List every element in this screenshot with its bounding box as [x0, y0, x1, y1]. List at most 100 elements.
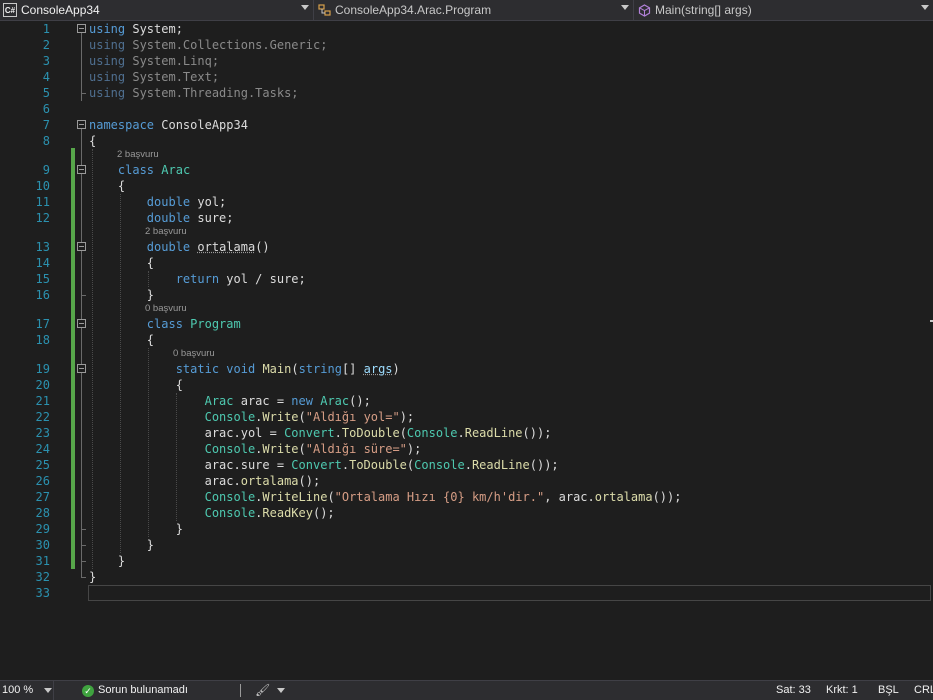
line-number: 4: [42, 70, 50, 84]
zoom-dropdown[interactable]: 100 %: [0, 681, 54, 700]
code-token: ToDouble: [341, 426, 400, 440]
code-token: void: [226, 362, 256, 376]
line-number: 26: [35, 474, 50, 488]
line-number: 17: [35, 317, 50, 331]
code-token: Arac: [161, 163, 191, 177]
project-dropdown[interactable]: C# ConsoleApp34: [0, 0, 314, 20]
code-line[interactable]: 7 namespace ConsoleApp34: [0, 117, 933, 133]
line-number: 7: [42, 118, 50, 132]
code-line[interactable]: 20 {: [0, 377, 933, 393]
insert-mode-indicator[interactable]: BŞL: [878, 681, 899, 700]
code-token: string: [298, 362, 342, 376]
code-line[interactable]: 16 }: [0, 287, 933, 303]
code-line[interactable]: 19 static void Main(string[] args): [0, 361, 933, 377]
code-line[interactable]: 17 class Program: [0, 316, 933, 332]
code-text: {: [89, 377, 183, 393]
code-line[interactable]: 4 using System.Text;: [0, 69, 933, 85]
code-line[interactable]: 5 using System.Threading.Tasks;: [0, 85, 933, 101]
code-line[interactable]: 3 using System.Linq;: [0, 53, 933, 69]
csharp-project-icon: C#: [3, 3, 17, 17]
code-token: return: [175, 272, 220, 286]
code-token: System.Linq;: [125, 54, 220, 68]
code-line[interactable]: 30 }: [0, 537, 933, 553]
code-token: arac.yol =: [89, 426, 285, 440]
code-cleanup-button[interactable]: 🖌: [255, 681, 285, 700]
issues-indicator[interactable]: ✓ Sorun bulunamadı: [82, 681, 188, 700]
code-line[interactable]: 23 arac.yol = Convert.ToDouble(Console.R…: [0, 425, 933, 441]
code-line[interactable]: 33: [0, 585, 933, 601]
line-number: 18: [35, 333, 50, 347]
code-token: yol;: [190, 195, 227, 209]
code-line[interactable]: 1 using System;: [0, 21, 933, 37]
code-token: }: [89, 288, 155, 302]
code-line[interactable]: 11 double yol;: [0, 194, 933, 210]
code-token: ReadKey: [262, 506, 313, 520]
code-line[interactable]: 22 Console.Write("Aldığı yol=");: [0, 409, 933, 425]
code-line[interactable]: 31 }: [0, 553, 933, 569]
code-editor[interactable]: 1 using System; 2 using System.Collections.…: [0, 21, 933, 680]
code-text: arac.ortalama();: [89, 473, 321, 489]
line-number: 5: [42, 86, 50, 100]
type-dropdown[interactable]: ConsoleApp34.Arac.Program: [314, 0, 634, 20]
code-line[interactable]: 10 {: [0, 178, 933, 194]
code-text: class Arac: [89, 162, 190, 178]
code-line[interactable]: 18 {: [0, 332, 933, 348]
code-token: arac =: [233, 394, 292, 408]
line-number: 19: [35, 362, 50, 376]
code-token: Console: [204, 490, 256, 504]
codelens-references-main[interactable]: 0 başvuru: [173, 347, 215, 361]
code-text: }: [89, 537, 154, 553]
code-line[interactable]: 28 Console.ReadKey();: [0, 505, 933, 521]
codelens-references-arac[interactable]: 2 başvuru: [117, 148, 159, 162]
code-text: Console.ReadKey();: [89, 505, 335, 521]
code-line[interactable]: 32}: [0, 569, 933, 585]
code-line[interactable]: 15 return yol / sure;: [0, 271, 933, 287]
line-number: 22: [35, 410, 50, 424]
line-ending-indicator[interactable]: CRLF: [914, 681, 933, 700]
code-token: ();: [298, 474, 321, 488]
line-number: 30: [35, 538, 50, 552]
code-line[interactable]: 12 double sure;: [0, 210, 933, 226]
code-line[interactable]: 9 class Arac: [0, 162, 933, 178]
code-line[interactable]: 8{: [0, 133, 933, 149]
zoom-level: 100 %: [2, 684, 34, 696]
code-text: class Program: [89, 316, 241, 332]
code-line[interactable]: 24 Console.Write("Aldığı süre=");: [0, 441, 933, 457]
codelens-references-program[interactable]: 0 başvuru: [145, 302, 187, 316]
code-line[interactable]: 29 }: [0, 521, 933, 537]
method-icon: [637, 3, 651, 17]
code-token: ());: [529, 458, 559, 472]
code-token: args: [363, 362, 393, 376]
code-line[interactable]: 6: [0, 101, 933, 117]
member-dropdown[interactable]: Main(string[] args): [634, 0, 933, 20]
code-text: double sure;: [89, 210, 234, 226]
status-bar: 100 % ✓ Sorun bulunamadı 🖌 Sat: 33 Krkt:…: [0, 680, 933, 700]
code-text: {: [89, 178, 125, 194]
line-number: 29: [35, 522, 50, 536]
code-line[interactable]: 21 Arac arac = new Arac();: [0, 393, 933, 409]
code-token: using: [89, 22, 126, 36]
code-token: ortalama: [594, 490, 653, 504]
code-text: {: [89, 133, 96, 149]
char-indicator[interactable]: Krkt: 1: [826, 681, 858, 700]
code-token: System;: [125, 22, 183, 36]
code-line[interactable]: 13 double ortalama(): [0, 239, 933, 255]
line-number: 16: [35, 288, 50, 302]
line-indicator[interactable]: Sat: 33: [776, 681, 811, 700]
code-text: static void Main(string[] args): [89, 361, 400, 377]
code-token: double: [146, 240, 191, 254]
code-line[interactable]: 25 arac.sure = Convert.ToDouble(Console.…: [0, 457, 933, 473]
code-line[interactable]: 26 arac.ortalama();: [0, 473, 933, 489]
code-line[interactable]: 14 {: [0, 255, 933, 271]
code-token: new: [291, 394, 313, 408]
code-line[interactable]: 2 using System.Collections.Generic;: [0, 37, 933, 53]
code-text: using System.Threading.Tasks;: [89, 85, 299, 101]
codelens-references-ortalama[interactable]: 2 başvuru: [145, 225, 187, 239]
code-line[interactable]: 27 Console.WriteLine("Ortalama Hızı {0} …: [0, 489, 933, 505]
code-token: .: [334, 426, 342, 440]
